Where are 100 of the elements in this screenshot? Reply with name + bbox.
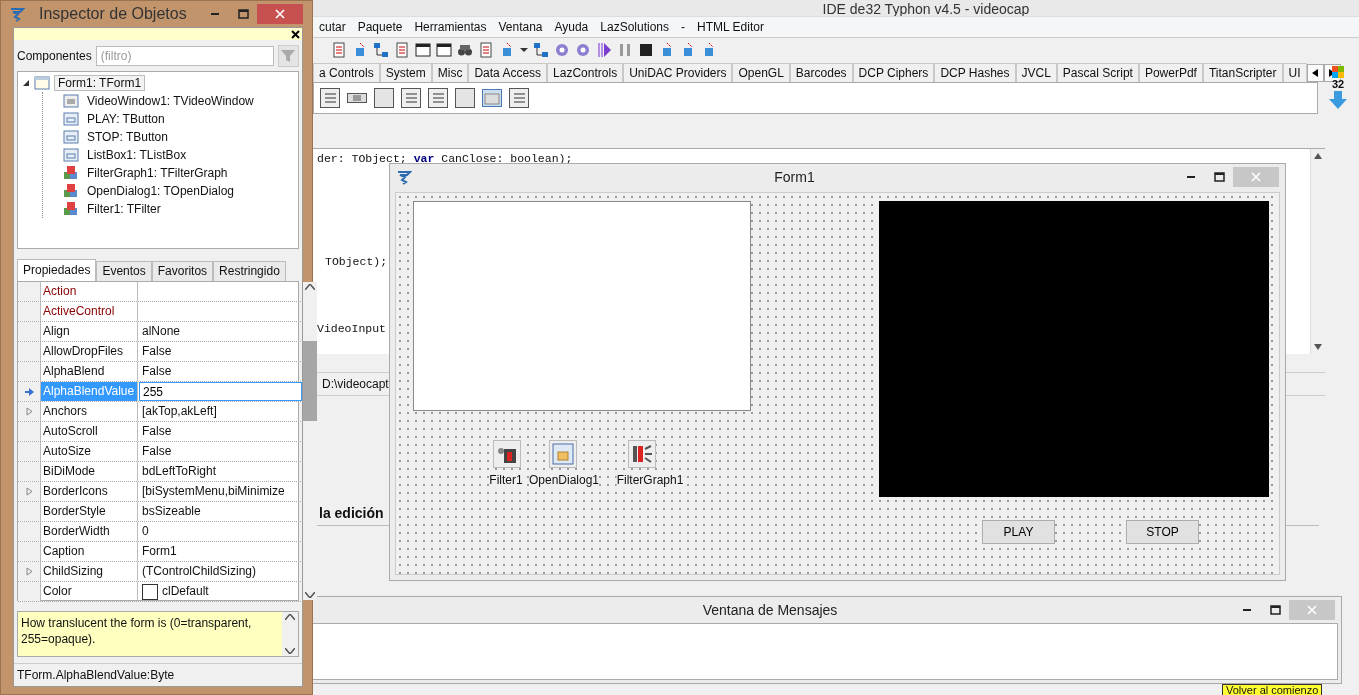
tree-item[interactable]: STOP: TButton [83, 129, 172, 145]
property-value: (TControlChildSizing) [142, 563, 257, 580]
palette-tab[interactable]: Pascal Script [1056, 63, 1139, 82]
palette-tab[interactable]: Misc [431, 63, 469, 82]
tree-item[interactable]: VideoWindow1: TVideoWindow [83, 93, 258, 109]
property-name[interactable]: AutoScroll [41, 422, 138, 441]
menu-item[interactable]: Ventana [492, 20, 549, 34]
window-title: Inspector de Objetos [39, 5, 188, 23]
maximize-icon [1213, 172, 1225, 182]
window-icon [482, 89, 502, 107]
funnel-icon [281, 48, 296, 63]
property-hint: How translucent the form is (0=transparent, 255=opaque). [20, 615, 253, 648]
property-value: 0 [142, 523, 149, 540]
menu-item[interactable]: - [675, 20, 691, 34]
palette-tab[interactable]: LazControls [547, 63, 624, 82]
clear-filter-button[interactable] [277, 44, 299, 67]
scrollbar[interactable] [303, 282, 317, 600]
code-line: TObject); [324, 255, 389, 270]
value-field[interactable]: 255 [139, 382, 302, 401]
cubes-icon [63, 201, 79, 217]
tab[interactable]: Propiedades [17, 259, 97, 281]
maximize-icon [1269, 605, 1281, 615]
expand-icon[interactable] [25, 407, 33, 416]
form-button[interactable]: STOP [1126, 520, 1199, 544]
property-name[interactable]: BorderIcons [41, 482, 138, 501]
property-value: False [142, 423, 172, 440]
tree-item[interactable]: PLAY: TButton [83, 111, 169, 127]
scrollbar-icon [347, 93, 367, 103]
menu-item[interactable]: Paquete [351, 20, 409, 34]
close-icon[interactable] [291, 29, 300, 39]
window-title: IDE de32 Typhon v4.5 - videocap [822, 2, 1030, 16]
menu-item[interactable]: LazSolutions [594, 20, 675, 34]
property-value: bsSizeable [142, 503, 201, 520]
palette-tab[interactable]: OpenGL [732, 63, 790, 82]
property-name[interactable]: ActiveControl [41, 302, 138, 321]
stop-icon [638, 42, 654, 58]
minimize-icon [1243, 609, 1251, 611]
menu-item[interactable]: Herramientas [408, 20, 493, 34]
property-value: clDefault [162, 583, 209, 600]
property-name[interactable]: BiDiMode [41, 462, 138, 481]
property-name[interactable]: Caption [41, 542, 138, 561]
tree-item[interactable]: OpenDialog1: TOpenDialog [83, 183, 238, 199]
caret-icon [520, 48, 528, 52]
tab[interactable]: Eventos [96, 261, 152, 281]
palette-tab[interactable]: DCP Ciphers [852, 63, 935, 82]
property-value: [biSystemMenu,biMinimize [142, 483, 285, 500]
property-name[interactable]: ChildSizing [41, 562, 138, 581]
menu-item[interactable]: cutar [313, 20, 352, 34]
dialog-icon [552, 443, 574, 465]
filter-field[interactable]: (filtro) [95, 45, 274, 66]
status-text: TForm.AlphaBlendValue:Byte [17, 668, 175, 682]
tree-item[interactable]: FilterGraph1: TFilterGraph [83, 165, 232, 181]
menu-item[interactable]: Ayuda [548, 20, 595, 34]
form-icon [34, 75, 50, 91]
tree-item[interactable]: ListBox1: TListBox [83, 147, 191, 163]
expanded-arrow-icon[interactable] [22, 79, 30, 87]
left-arrow-icon [1312, 69, 1318, 77]
tornado-icon [9, 6, 25, 22]
palette-tab[interactable]: UniDAC Providers [623, 63, 733, 82]
property-name[interactable]: AutoSize [41, 442, 138, 461]
palette-tab[interactable]: JVCL [1015, 63, 1057, 82]
palette-tab[interactable]: Barcodes [789, 63, 853, 82]
palette-tab[interactable]: a Controls [313, 63, 380, 82]
window-title: Form1 [773, 169, 816, 185]
tab[interactable]: Favoritos [151, 261, 214, 281]
palette-tab[interactable]: PowerPdf [1138, 63, 1203, 82]
palette-tab[interactable]: DCP Hashes [934, 63, 1016, 82]
palette-tab[interactable]: UI [1282, 63, 1307, 82]
property-value: False [142, 343, 172, 360]
property-name[interactable]: Anchors [41, 402, 138, 421]
tree-item[interactable]: Form1: TForm1 [54, 75, 146, 91]
property-name[interactable]: Action [41, 282, 138, 301]
tornado-icon [396, 169, 412, 185]
form-button[interactable]: PLAY [982, 520, 1055, 544]
panel-icon [455, 88, 475, 108]
palette-tab[interactable]: Data Access [468, 63, 548, 82]
expand-icon[interactable] [25, 487, 33, 496]
tab[interactable]: Restringido [213, 261, 286, 281]
panel-icon [374, 88, 394, 108]
property-name[interactable]: Align [41, 322, 138, 341]
palette-tab[interactable]: TitanScripter [1202, 63, 1283, 82]
maximize-icon [237, 9, 249, 19]
close-icon [1307, 605, 1317, 615]
palette-tab[interactable]: System [379, 63, 432, 82]
tree-item[interactable]: Filter1: TFilter [83, 201, 165, 217]
down-arrow-icon [1314, 344, 1322, 350]
cubes-icon [63, 183, 79, 199]
property-name[interactable]: BorderWidth [41, 522, 138, 541]
property-name[interactable]: AlphaBlend [41, 362, 138, 381]
filter-label: Componentes [17, 48, 92, 63]
window-icon [415, 42, 431, 58]
expand-icon[interactable] [25, 567, 33, 576]
down-arrow-icon[interactable] [1328, 90, 1348, 110]
property-name[interactable]: AllowDropFiles [41, 342, 138, 361]
property-name[interactable]: Color [41, 582, 138, 601]
property-name[interactable]: BorderStyle [41, 502, 138, 521]
icon-size-label: 32 [1331, 78, 1345, 90]
close-button[interactable] [257, 4, 303, 24]
component-label: Filter1 [489, 473, 523, 487]
menu-item[interactable]: HTML Editor [691, 20, 770, 34]
